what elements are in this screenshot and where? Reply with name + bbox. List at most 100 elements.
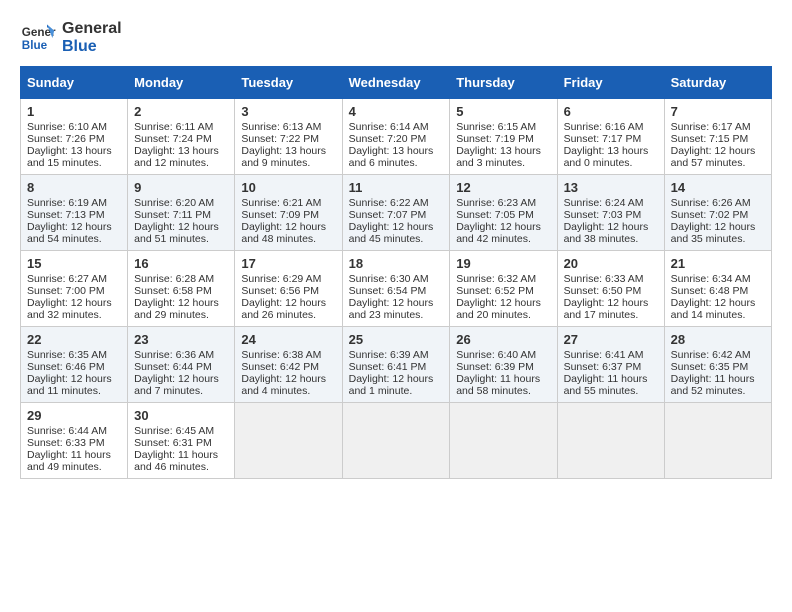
daylight-label: Daylight: 11 hours and 49 minutes. (27, 449, 111, 473)
sunset-text: Sunset: 6:46 PM (27, 361, 105, 373)
calendar-cell: 5 Sunrise: 6:15 AM Sunset: 7:19 PM Dayli… (450, 99, 557, 175)
calendar-cell: 25 Sunrise: 6:39 AM Sunset: 6:41 PM Dayl… (342, 327, 450, 403)
day-number: 11 (349, 180, 444, 195)
sunrise-text: Sunrise: 6:15 AM (456, 121, 536, 133)
sunrise-text: Sunrise: 6:35 AM (27, 349, 107, 361)
sunset-text: Sunset: 7:17 PM (564, 133, 642, 145)
day-number: 27 (564, 332, 658, 347)
sunrise-text: Sunrise: 6:24 AM (564, 197, 644, 209)
day-number: 25 (349, 332, 444, 347)
day-number: 15 (27, 256, 121, 271)
calendar-cell: 17 Sunrise: 6:29 AM Sunset: 6:56 PM Dayl… (235, 251, 342, 327)
day-number: 5 (456, 104, 550, 119)
calendar-cell: 29 Sunrise: 6:44 AM Sunset: 6:33 PM Dayl… (21, 403, 128, 479)
calendar-week-row: 15 Sunrise: 6:27 AM Sunset: 7:00 PM Dayl… (21, 251, 772, 327)
day-number: 28 (671, 332, 765, 347)
daylight-label: Daylight: 12 hours and 54 minutes. (27, 221, 112, 245)
calendar-cell: 7 Sunrise: 6:17 AM Sunset: 7:15 PM Dayli… (664, 99, 771, 175)
day-number: 24 (241, 332, 335, 347)
sunrise-text: Sunrise: 6:42 AM (671, 349, 751, 361)
calendar-cell: 12 Sunrise: 6:23 AM Sunset: 7:05 PM Dayl… (450, 175, 557, 251)
daylight-label: Daylight: 12 hours and 57 minutes. (671, 145, 756, 169)
calendar-cell: 21 Sunrise: 6:34 AM Sunset: 6:48 PM Dayl… (664, 251, 771, 327)
daylight-label: Daylight: 12 hours and 42 minutes. (456, 221, 541, 245)
sunrise-text: Sunrise: 6:32 AM (456, 273, 536, 285)
day-number: 22 (27, 332, 121, 347)
day-number: 26 (456, 332, 550, 347)
sunset-text: Sunset: 7:22 PM (241, 133, 319, 145)
daylight-label: Daylight: 12 hours and 38 minutes. (564, 221, 649, 245)
calendar-cell: 30 Sunrise: 6:45 AM Sunset: 6:31 PM Dayl… (128, 403, 235, 479)
sunset-text: Sunset: 7:24 PM (134, 133, 212, 145)
calendar-table: SundayMondayTuesdayWednesdayThursdayFrid… (20, 66, 772, 479)
daylight-label: Daylight: 12 hours and 23 minutes. (349, 297, 434, 321)
calendar-week-row: 29 Sunrise: 6:44 AM Sunset: 6:33 PM Dayl… (21, 403, 772, 479)
calendar-cell: 22 Sunrise: 6:35 AM Sunset: 6:46 PM Dayl… (21, 327, 128, 403)
sunset-text: Sunset: 6:37 PM (564, 361, 642, 373)
calendar-week-row: 8 Sunrise: 6:19 AM Sunset: 7:13 PM Dayli… (21, 175, 772, 251)
calendar-cell: 6 Sunrise: 6:16 AM Sunset: 7:17 PM Dayli… (557, 99, 664, 175)
sunset-text: Sunset: 6:58 PM (134, 285, 212, 297)
sunrise-text: Sunrise: 6:36 AM (134, 349, 214, 361)
logo: General Blue General Blue (20, 20, 122, 56)
logo-blue: Blue (62, 38, 122, 56)
header-sunday: Sunday (21, 67, 128, 99)
day-number: 29 (27, 408, 121, 423)
calendar-cell: 13 Sunrise: 6:24 AM Sunset: 7:03 PM Dayl… (557, 175, 664, 251)
daylight-label: Daylight: 12 hours and 48 minutes. (241, 221, 326, 245)
sunrise-text: Sunrise: 6:10 AM (27, 121, 107, 133)
sunrise-text: Sunrise: 6:30 AM (349, 273, 429, 285)
day-number: 23 (134, 332, 228, 347)
sunrise-text: Sunrise: 6:19 AM (27, 197, 107, 209)
calendar-cell: 23 Sunrise: 6:36 AM Sunset: 6:44 PM Dayl… (128, 327, 235, 403)
daylight-label: Daylight: 13 hours and 9 minutes. (241, 145, 326, 169)
calendar-cell: 1 Sunrise: 6:10 AM Sunset: 7:26 PM Dayli… (21, 99, 128, 175)
calendar-cell (557, 403, 664, 479)
daylight-label: Daylight: 12 hours and 45 minutes. (349, 221, 434, 245)
calendar-cell: 11 Sunrise: 6:22 AM Sunset: 7:07 PM Dayl… (342, 175, 450, 251)
sunset-text: Sunset: 6:52 PM (456, 285, 534, 297)
daylight-label: Daylight: 12 hours and 51 minutes. (134, 221, 219, 245)
day-number: 13 (564, 180, 658, 195)
sunrise-text: Sunrise: 6:13 AM (241, 121, 321, 133)
daylight-label: Daylight: 12 hours and 20 minutes. (456, 297, 541, 321)
header-monday: Monday (128, 67, 235, 99)
sunrise-text: Sunrise: 6:45 AM (134, 425, 214, 437)
day-number: 7 (671, 104, 765, 119)
sunrise-text: Sunrise: 6:16 AM (564, 121, 644, 133)
calendar-cell: 19 Sunrise: 6:32 AM Sunset: 6:52 PM Dayl… (450, 251, 557, 327)
header-tuesday: Tuesday (235, 67, 342, 99)
calendar-cell (450, 403, 557, 479)
sunset-text: Sunset: 6:42 PM (241, 361, 319, 373)
calendar-cell: 20 Sunrise: 6:33 AM Sunset: 6:50 PM Dayl… (557, 251, 664, 327)
calendar-cell: 27 Sunrise: 6:41 AM Sunset: 6:37 PM Dayl… (557, 327, 664, 403)
calendar-cell: 2 Sunrise: 6:11 AM Sunset: 7:24 PM Dayli… (128, 99, 235, 175)
calendar-cell (342, 403, 450, 479)
sunset-text: Sunset: 6:44 PM (134, 361, 212, 373)
calendar-cell: 15 Sunrise: 6:27 AM Sunset: 7:00 PM Dayl… (21, 251, 128, 327)
logo-icon: General Blue (20, 20, 56, 56)
header-saturday: Saturday (664, 67, 771, 99)
sunset-text: Sunset: 7:05 PM (456, 209, 534, 221)
daylight-label: Daylight: 13 hours and 6 minutes. (349, 145, 434, 169)
daylight-label: Daylight: 11 hours and 58 minutes. (456, 373, 540, 397)
sunset-text: Sunset: 6:50 PM (564, 285, 642, 297)
calendar-cell: 10 Sunrise: 6:21 AM Sunset: 7:09 PM Dayl… (235, 175, 342, 251)
sunset-text: Sunset: 7:15 PM (671, 133, 749, 145)
calendar-cell (235, 403, 342, 479)
sunrise-text: Sunrise: 6:39 AM (349, 349, 429, 361)
day-number: 21 (671, 256, 765, 271)
calendar-cell: 24 Sunrise: 6:38 AM Sunset: 6:42 PM Dayl… (235, 327, 342, 403)
daylight-label: Daylight: 12 hours and 14 minutes. (671, 297, 756, 321)
sunrise-text: Sunrise: 6:27 AM (27, 273, 107, 285)
sunrise-text: Sunrise: 6:34 AM (671, 273, 751, 285)
sunrise-text: Sunrise: 6:41 AM (564, 349, 644, 361)
header-wednesday: Wednesday (342, 67, 450, 99)
sunrise-text: Sunrise: 6:29 AM (241, 273, 321, 285)
sunset-text: Sunset: 6:33 PM (27, 437, 105, 449)
daylight-label: Daylight: 12 hours and 32 minutes. (27, 297, 112, 321)
daylight-label: Daylight: 11 hours and 52 minutes. (671, 373, 755, 397)
day-number: 9 (134, 180, 228, 195)
sunrise-text: Sunrise: 6:28 AM (134, 273, 214, 285)
day-number: 3 (241, 104, 335, 119)
